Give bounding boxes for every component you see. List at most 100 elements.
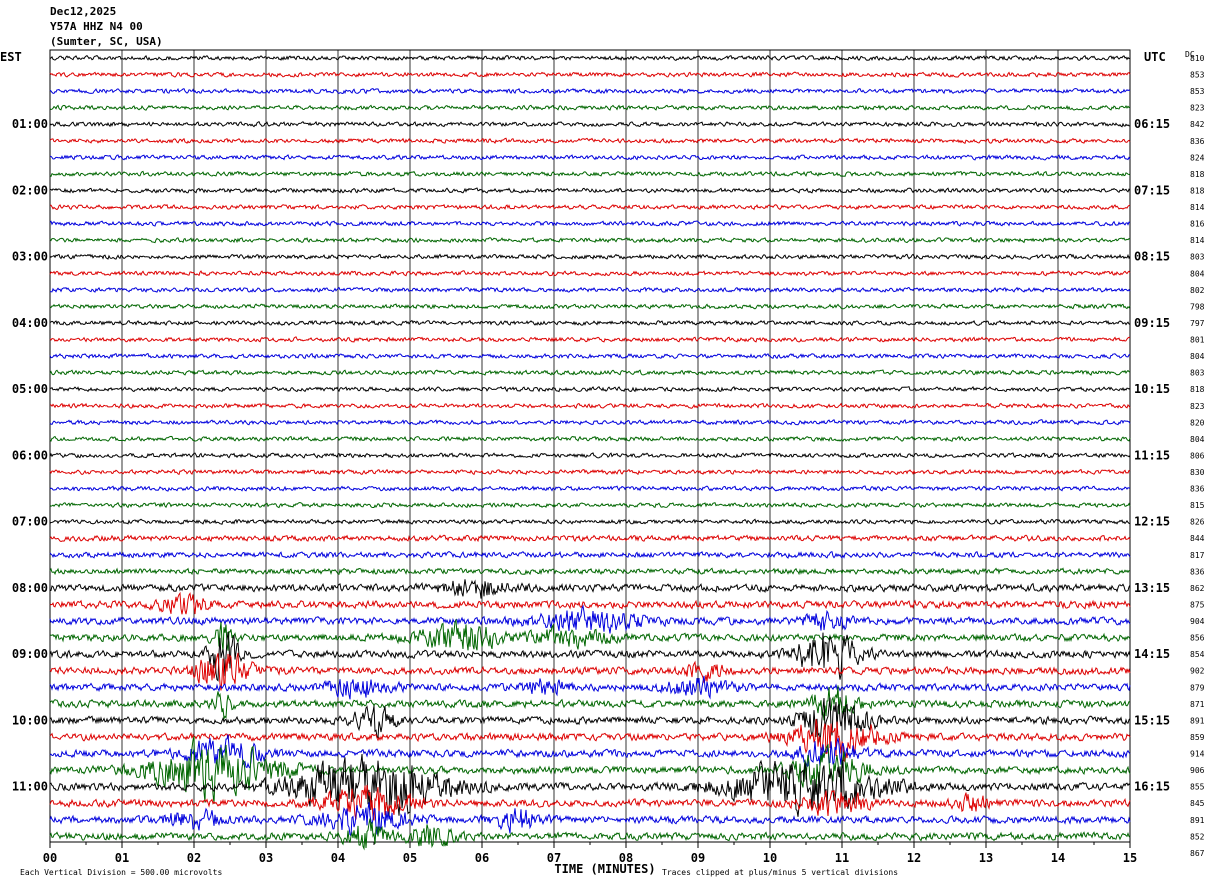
seismic-trace	[49, 604, 1131, 634]
dc-offset-label: 836	[1190, 137, 1205, 146]
seismic-trace	[49, 550, 1131, 559]
dc-offset-label: 798	[1190, 302, 1205, 311]
seismic-trace	[49, 579, 1131, 599]
dc-offset-label: 862	[1190, 584, 1205, 593]
dc-offset-label: 836	[1190, 485, 1205, 494]
plot-date: Dec12,2025	[50, 5, 117, 18]
dc-offset-label: 820	[1190, 418, 1205, 427]
x-tick-label: 15	[1123, 851, 1137, 865]
dc-offset-label: 818	[1190, 385, 1205, 394]
dc-offset-label: 845	[1190, 799, 1205, 808]
dc-offset-label: 875	[1190, 600, 1205, 609]
left-hour-label: 05:00	[12, 382, 48, 396]
x-tick-label: 05	[403, 851, 417, 865]
x-tick-label: 09	[691, 851, 705, 865]
left-hour-label: 01:00	[12, 117, 48, 131]
x-tick-label: 10	[763, 851, 777, 865]
right-axis-label-utc: UTC	[1144, 50, 1166, 64]
dc-offset-label: 853	[1190, 87, 1205, 96]
dc-offset-label: 823	[1190, 402, 1205, 411]
footer-scale-note: Each Vertical Division = 500.00 microvol…	[20, 868, 222, 877]
seismic-trace	[49, 485, 1131, 492]
right-hour-label: 06:15	[1134, 117, 1170, 131]
right-hour-label: 12:15	[1134, 515, 1170, 529]
x-tick-label: 14	[1051, 851, 1065, 865]
x-tick-label: 12	[907, 851, 921, 865]
seismic-trace	[49, 452, 1131, 459]
seismic-trace	[49, 369, 1131, 376]
seismic-trace	[49, 618, 1131, 652]
dc-offset-label: 891	[1190, 716, 1205, 725]
dc-offset-label: 914	[1190, 750, 1205, 759]
seismic-trace	[49, 518, 1131, 525]
dc-offset-label: 867	[1190, 849, 1205, 858]
dc-offset-label: 859	[1190, 733, 1205, 742]
dc-offset-label: 836	[1190, 567, 1205, 576]
dc-offset-label: 906	[1190, 766, 1205, 775]
x-tick-label: 06	[475, 851, 489, 865]
dc-offset-label: 824	[1190, 153, 1205, 162]
seismic-trace	[49, 303, 1131, 310]
x-tick-label: 01	[115, 851, 129, 865]
seismic-trace	[49, 203, 1131, 211]
dc-offset-label: 803	[1190, 369, 1205, 378]
helicorder-plot: 00 01 02 03 04 05 06 07 08 09 10 11 12 13 14 15EST UTC DC…	[0, 49, 1205, 877]
seismic-trace	[49, 286, 1131, 293]
dc-offset-label: 818	[1190, 170, 1205, 179]
seismic-trace	[49, 501, 1131, 509]
dc-offset-label: 814	[1190, 203, 1205, 212]
seismic-trace	[49, 352, 1131, 360]
right-hour-label: 13:15	[1134, 581, 1170, 595]
dc-offset-label: 818	[1190, 186, 1205, 195]
seismic-trace	[49, 253, 1131, 260]
right-hour-label: 11:15	[1134, 448, 1170, 462]
x-tick-label: 04	[331, 851, 345, 865]
seismic-trace	[49, 87, 1131, 95]
right-hour-label: 08:15	[1134, 250, 1170, 264]
dc-offset-label: 797	[1190, 319, 1205, 328]
right-hour-label: 16:15	[1134, 780, 1170, 794]
dc-offset-label: 816	[1190, 220, 1205, 229]
dc-offset-label: 802	[1190, 286, 1205, 295]
seismic-trace	[49, 270, 1131, 277]
dc-offset-label: 817	[1190, 551, 1205, 560]
x-tick-label: 00	[43, 851, 57, 865]
left-hour-label: 06:00	[12, 448, 48, 462]
x-tick-label: 02	[187, 851, 201, 865]
dc-offset-label: 803	[1190, 253, 1205, 262]
dc-offset-label: 806	[1190, 451, 1205, 460]
station-location: (Sumter, SC, USA)	[50, 35, 163, 48]
dc-offset-label: 823	[1190, 104, 1205, 113]
dc-offset-label: 854	[1190, 650, 1205, 659]
dc-offset-label: 810	[1190, 54, 1205, 63]
seismic-trace	[49, 435, 1131, 442]
dc-offset-label: 804	[1190, 352, 1205, 361]
seismic-trace	[49, 137, 1131, 145]
right-hour-label: 07:15	[1134, 183, 1170, 197]
dc-offset-label: 804	[1190, 435, 1205, 444]
seismic-trace	[49, 237, 1131, 244]
dc-offset-label: 814	[1190, 236, 1205, 245]
seismic-trace	[49, 468, 1131, 476]
right-hour-label: 10:15	[1134, 382, 1170, 396]
left-hour-label: 08:00	[12, 581, 48, 595]
dc-offset-label: 801	[1190, 336, 1205, 345]
dc-offset-label: 804	[1190, 269, 1205, 278]
dc-offset-label: 852	[1190, 832, 1205, 841]
seismic-trace	[49, 419, 1131, 426]
x-axis-title: TIME (MINUTES)	[554, 862, 655, 876]
dc-offset-label: 879	[1190, 683, 1205, 692]
seismic-trace	[49, 386, 1131, 393]
seismic-trace	[49, 170, 1131, 178]
x-tick-label: 03	[259, 851, 273, 865]
seismic-trace	[49, 54, 1131, 62]
right-hour-label: 14:15	[1134, 647, 1170, 661]
station-code: Y57A HHZ N4 00	[50, 20, 143, 33]
seismic-trace	[49, 591, 1131, 615]
footer-clip-note: Traces clipped at plus/minus 5 vertical …	[662, 868, 898, 877]
left-hour-label: 09:00	[12, 647, 48, 661]
x-tick-label: 13	[979, 851, 993, 865]
left-hour-label: 04:00	[12, 316, 48, 330]
seismic-trace	[49, 220, 1131, 227]
x-tick-label: 11	[835, 851, 849, 865]
